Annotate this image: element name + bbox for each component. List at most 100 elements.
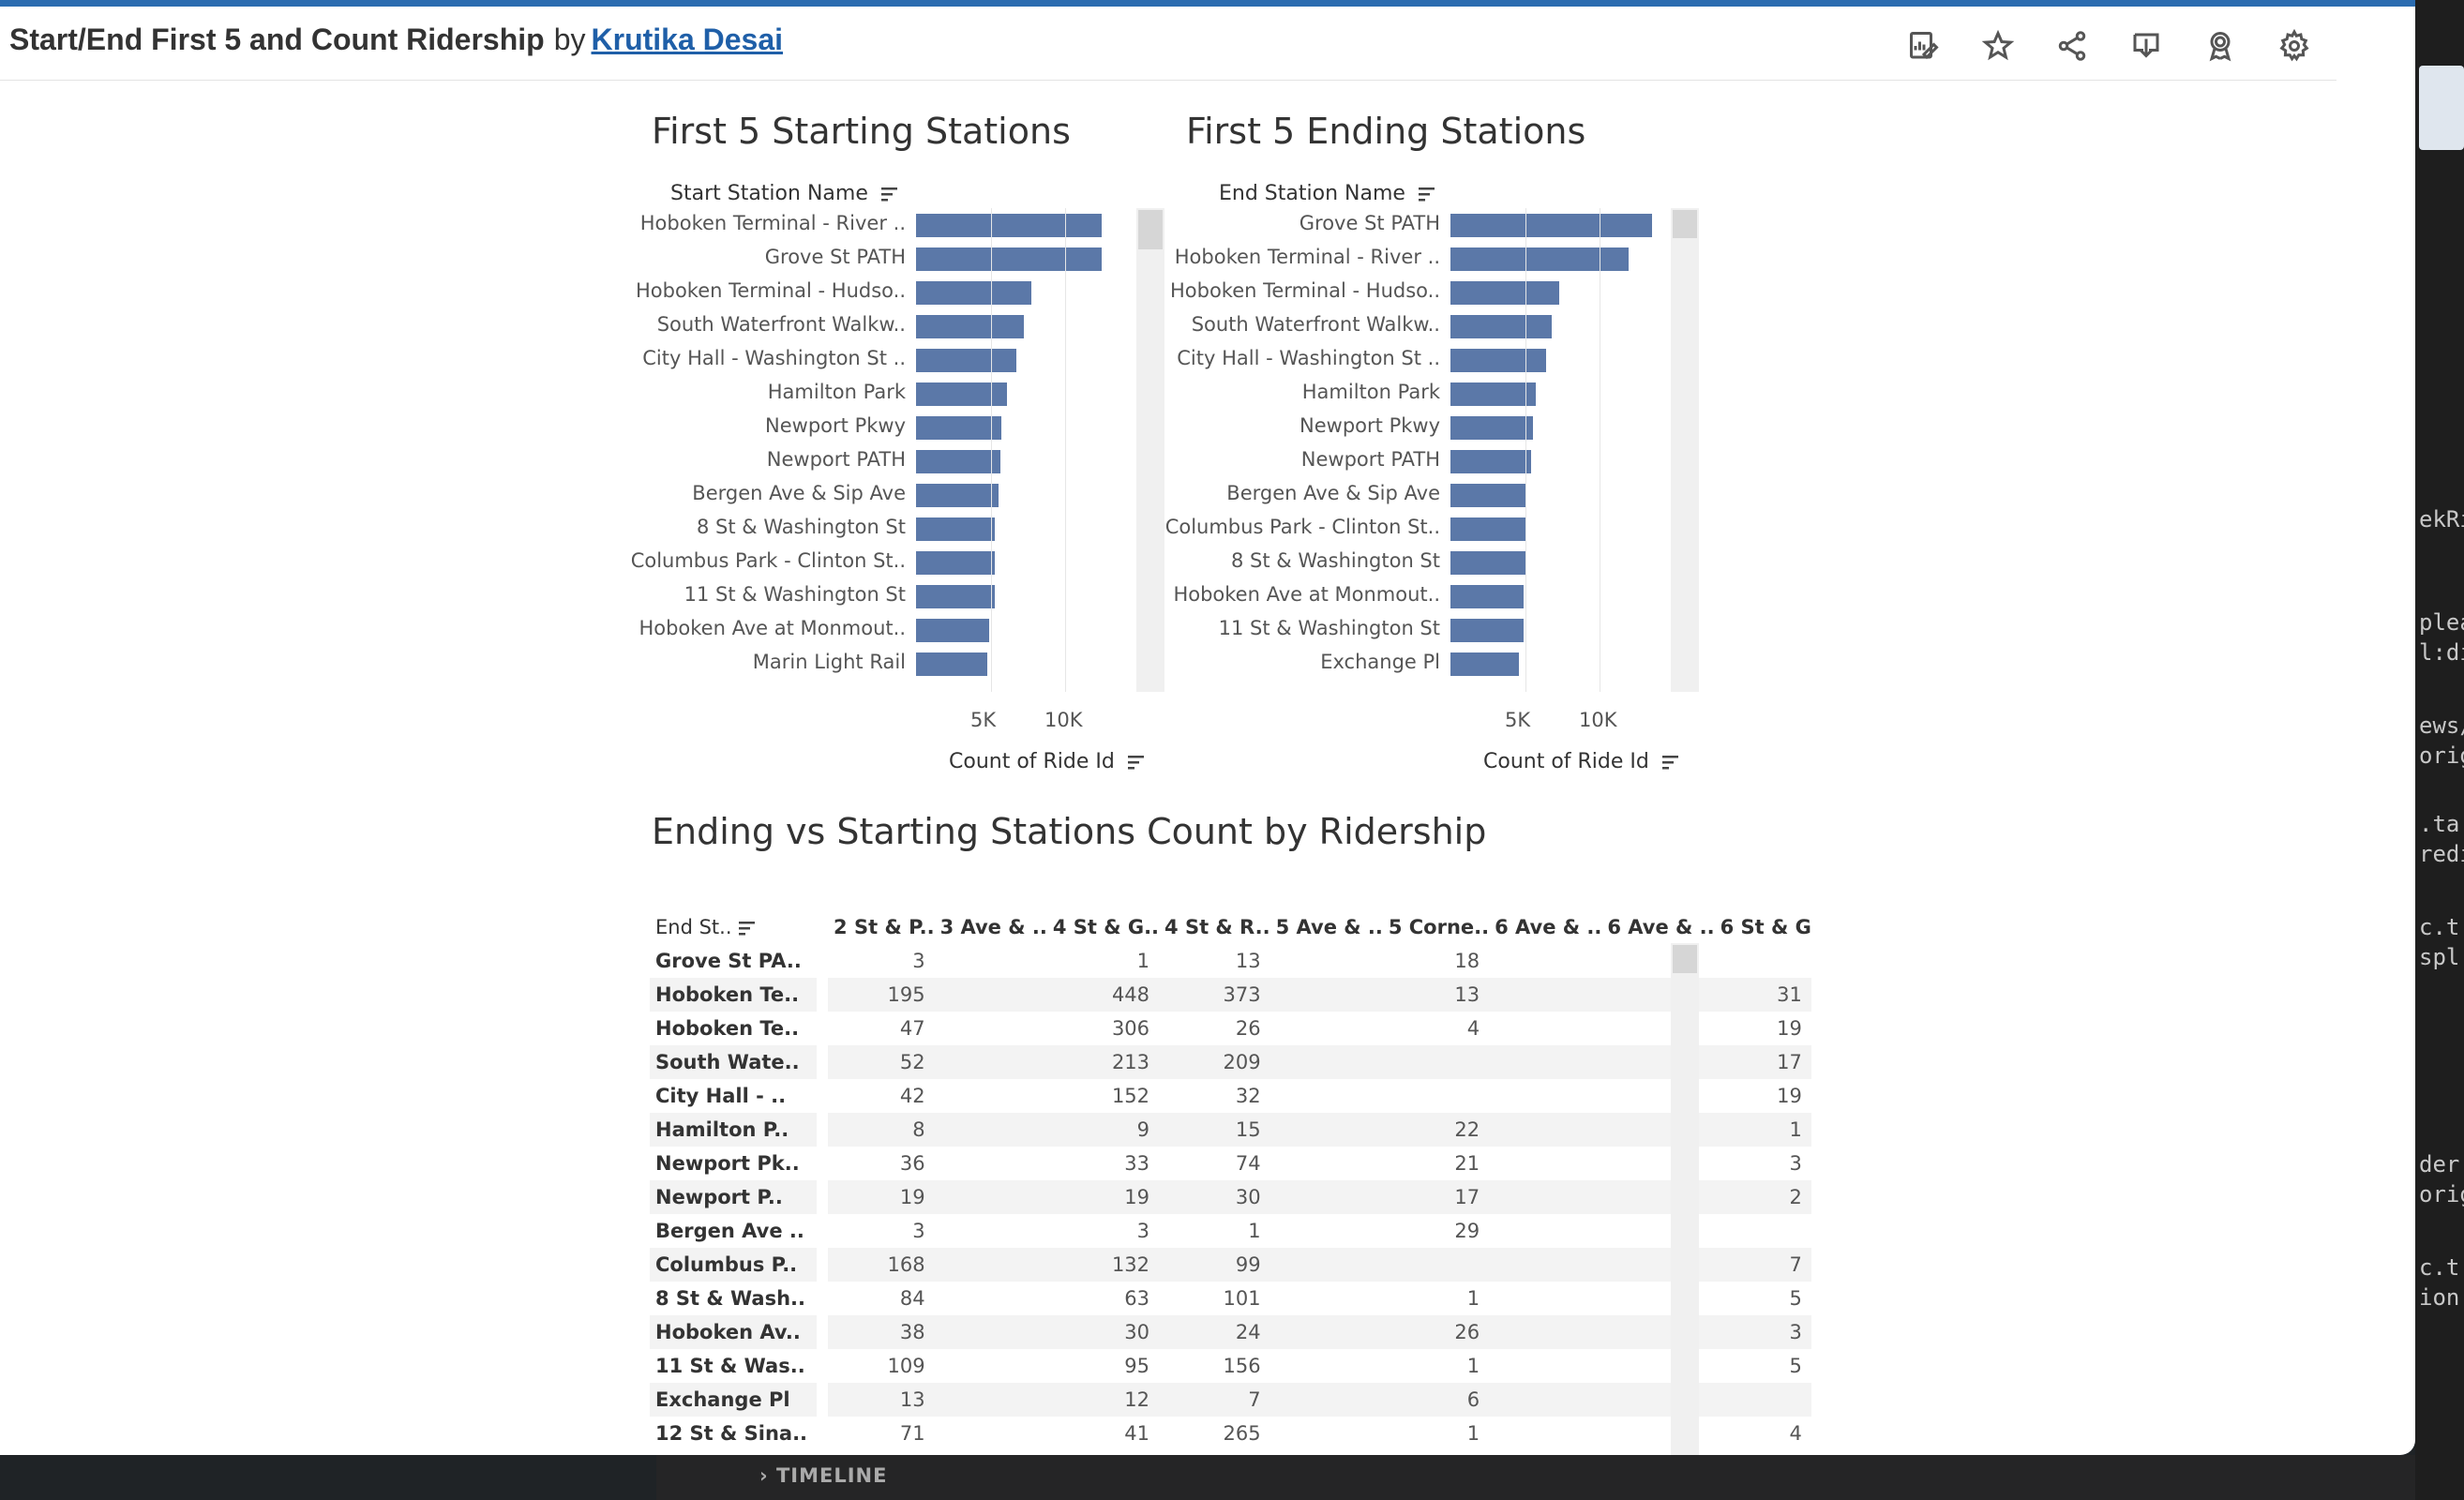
pivot-scroll-thumb[interactable] xyxy=(1673,945,1697,973)
station-bar[interactable] xyxy=(1450,551,1525,575)
sort-icon[interactable] xyxy=(880,186,899,202)
pivot-column-header[interactable]: 6 St & G xyxy=(1715,910,1811,944)
window-thumbnail[interactable] xyxy=(2419,66,2464,150)
pivot-cell[interactable]: 29 xyxy=(1383,1214,1489,1248)
pivot-cell[interactable] xyxy=(1489,1147,1601,1180)
pivot-cell[interactable]: 17 xyxy=(1714,1045,1811,1079)
sort-icon[interactable] xyxy=(1661,754,1680,771)
pivot-cell[interactable] xyxy=(1383,1079,1489,1113)
pivot-cell[interactable]: 31 xyxy=(1714,978,1811,1012)
station-label[interactable]: Newport Pkwy xyxy=(765,414,906,437)
pivot-cell[interactable] xyxy=(1489,1180,1602,1214)
pivot-cell[interactable] xyxy=(1715,944,1811,978)
pivot-cell[interactable]: 1 xyxy=(1383,1282,1489,1315)
pivot-cell[interactable]: 26 xyxy=(1159,1012,1270,1045)
station-label[interactable]: Newport PATH xyxy=(767,448,906,471)
pivot-cell[interactable]: 265 xyxy=(1159,1417,1270,1450)
sort-icon[interactable] xyxy=(1127,754,1146,771)
pivot-cell[interactable] xyxy=(1270,1180,1383,1214)
station-label[interactable]: Hamilton Park xyxy=(1302,381,1440,403)
station-label[interactable]: Hoboken Terminal - River .. xyxy=(1175,246,1440,268)
station-bar[interactable] xyxy=(916,214,1102,237)
station-bar[interactable] xyxy=(916,619,989,642)
pivot-cell[interactable] xyxy=(935,1417,1047,1450)
pivot-cell[interactable] xyxy=(1270,1383,1383,1417)
station-bar[interactable] xyxy=(1450,382,1536,406)
station-bar[interactable] xyxy=(1450,652,1519,676)
pivot-cell[interactable]: 47 xyxy=(828,1012,935,1045)
pivot-cell[interactable] xyxy=(1489,1383,1602,1417)
pivot-column-header[interactable]: 3 Ave & .. xyxy=(935,910,1047,944)
station-bar[interactable] xyxy=(916,248,1102,271)
pivot-column-header[interactable]: 4 St & R.. xyxy=(1159,910,1270,944)
station-bar[interactable] xyxy=(1450,214,1652,237)
station-label[interactable]: Hoboken Terminal - Hudso.. xyxy=(1170,279,1440,302)
station-bar[interactable] xyxy=(1450,315,1552,338)
station-label[interactable]: 11 St & Washington St xyxy=(684,583,906,606)
station-label[interactable]: 8 St & Washington St xyxy=(697,516,906,538)
pivot-cell[interactable] xyxy=(935,1214,1047,1248)
sort-icon[interactable] xyxy=(738,920,757,937)
station-label[interactable]: Hoboken Terminal - River .. xyxy=(640,212,906,234)
pivot-cell[interactable]: 209 xyxy=(1159,1045,1270,1079)
pivot-cell[interactable]: 36 xyxy=(828,1147,935,1180)
station-bar[interactable] xyxy=(916,450,1000,473)
pivot-row-label[interactable]: Hoboken Te.. xyxy=(650,1012,817,1045)
pivot-cell[interactable]: 42 xyxy=(828,1079,935,1113)
station-label[interactable]: Hoboken Ave at Monmout.. xyxy=(639,617,906,639)
pivot-cell[interactable]: 15 xyxy=(1159,1113,1270,1147)
pivot-cell[interactable] xyxy=(1489,1079,1601,1113)
pivot-cell[interactable] xyxy=(1382,1248,1490,1282)
pivot-row-label[interactable]: Columbus P.. xyxy=(650,1248,818,1282)
pivot-cell[interactable]: 38 xyxy=(828,1315,935,1349)
pivot-cell[interactable]: 2 xyxy=(1714,1180,1811,1214)
pivot-cell[interactable]: 30 xyxy=(1159,1180,1270,1214)
start-station-field-label[interactable]: Start Station Name xyxy=(670,182,899,205)
award-icon[interactable] xyxy=(2200,25,2241,67)
station-bar[interactable] xyxy=(916,416,1001,440)
end-scroll-thumb[interactable] xyxy=(1673,210,1697,238)
end-axis-title[interactable]: Count of Ride Id xyxy=(1483,750,1680,773)
pivot-cell[interactable]: 22 xyxy=(1382,1113,1490,1147)
station-bar[interactable] xyxy=(1450,416,1533,440)
pivot-cell[interactable]: 195 xyxy=(828,978,935,1012)
pivot-scroll-track[interactable] xyxy=(1671,943,1699,1455)
pivot-cell[interactable] xyxy=(1489,1315,1602,1349)
station-bar[interactable] xyxy=(916,551,995,575)
pivot-cell[interactable]: 448 xyxy=(1046,978,1160,1012)
station-bar[interactable] xyxy=(916,315,1024,338)
pivot-cell[interactable] xyxy=(1489,1282,1601,1315)
pivot-cell[interactable]: 101 xyxy=(1159,1282,1270,1315)
pivot-cell[interactable]: 26 xyxy=(1382,1315,1490,1349)
station-bar[interactable] xyxy=(916,382,1007,406)
pivot-cell[interactable] xyxy=(934,1045,1047,1079)
pivot-column-header[interactable]: 4 St & G.. xyxy=(1047,910,1159,944)
settings-gear-icon[interactable] xyxy=(2274,25,2315,67)
end-station-field-label[interactable]: End Station Name xyxy=(1219,182,1436,205)
pivot-cell[interactable] xyxy=(1489,1113,1602,1147)
pivot-cell[interactable]: 152 xyxy=(1047,1079,1159,1113)
station-bar[interactable] xyxy=(916,652,987,676)
pivot-row-label[interactable]: Hoboken Av.. xyxy=(650,1315,818,1349)
pivot-cell[interactable]: 306 xyxy=(1047,1012,1159,1045)
station-label[interactable]: Bergen Ave & Sip Ave xyxy=(692,482,906,504)
pivot-cell[interactable] xyxy=(935,1079,1047,1113)
pivot-row-label[interactable]: Hamilton P.. xyxy=(650,1113,818,1147)
pivot-cell[interactable]: 84 xyxy=(828,1282,935,1315)
pivot-cell[interactable] xyxy=(934,1248,1047,1282)
download-icon[interactable] xyxy=(2126,25,2167,67)
pivot-cell[interactable]: 24 xyxy=(1159,1315,1270,1349)
pivot-cell[interactable]: 12 xyxy=(1046,1383,1160,1417)
pivot-cell[interactable]: 7 xyxy=(1159,1383,1270,1417)
station-label[interactable]: Grove St PATH xyxy=(765,246,906,268)
pivot-row-label[interactable]: 11 St & Was.. xyxy=(650,1349,817,1383)
pivot-cell[interactable]: 3 xyxy=(1047,1214,1159,1248)
station-bar[interactable] xyxy=(916,518,995,541)
pivot-cell[interactable] xyxy=(1270,1045,1383,1079)
pivot-row-header[interactable]: End St.. xyxy=(650,910,817,944)
station-label[interactable]: Grove St PATH xyxy=(1300,212,1440,234)
pivot-cell[interactable]: 1 xyxy=(1383,1349,1489,1383)
station-label[interactable]: South Waterfront Walkw.. xyxy=(657,313,906,336)
station-label[interactable]: City Hall - Washington St .. xyxy=(1177,347,1440,369)
pivot-cell[interactable] xyxy=(934,1383,1047,1417)
